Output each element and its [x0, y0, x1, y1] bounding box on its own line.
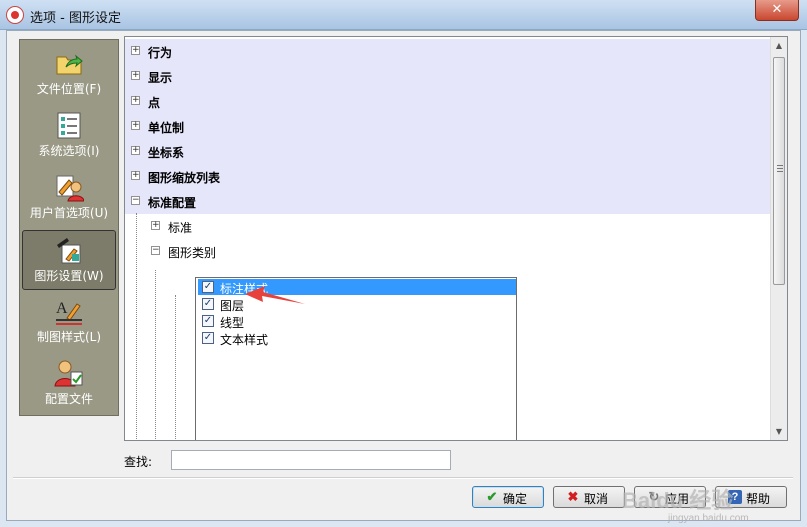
tree-node-label: 坐标系 — [148, 146, 185, 160]
find-label: 查找: — [124, 455, 153, 469]
check-item-label: 文本样式 — [220, 333, 269, 347]
tree-node-coordinate-system[interactable]: + 坐标系 — [125, 139, 771, 164]
tree-node-label: 点 — [148, 96, 161, 110]
divider — [13, 477, 793, 479]
options-tree[interactable]: + 行为 + 显示 + 点 + 单位制 + 坐标系 + 图形缩放列表 − 标准配… — [124, 36, 788, 441]
window-title: 选项 - 图形设定 — [30, 11, 121, 26]
cancel-button[interactable]: ✖ 取消 — [553, 486, 625, 508]
collapse-icon[interactable]: − — [151, 246, 160, 255]
sidebar-item-file-locations[interactable]: 文件位置(F) — [22, 44, 116, 104]
expand-icon[interactable]: + — [151, 221, 160, 230]
app-icon — [6, 6, 24, 24]
check-item-text-style[interactable]: ✓ 文本样式 — [198, 330, 516, 347]
expand-icon[interactable]: + — [131, 121, 140, 130]
scroll-down-icon[interactable]: ▼ — [771, 423, 787, 440]
find-input[interactable] — [171, 450, 451, 470]
title-bar: 选项 - 图形设定 ✕ — [0, 0, 807, 30]
tree-node-label: 图形类别 — [168, 246, 217, 260]
watermark: Baidu 经验 jingyan.baidu.com — [622, 483, 749, 524]
checkbox[interactable]: ✓ — [202, 315, 214, 327]
sidebar-item-drawing-settings[interactable]: 图形设置(W) — [22, 230, 116, 290]
watermark-text: Baidu 经验 — [622, 488, 734, 513]
scroll-up-icon[interactable]: ▲ — [771, 37, 787, 54]
checkbox[interactable]: ✓ — [202, 281, 214, 293]
scroll-thumb[interactable] — [773, 57, 785, 285]
tree-node-standard[interactable]: + 标准 — [125, 214, 771, 239]
tree-node-label: 标准配置 — [148, 196, 197, 210]
x-mark-icon: ✖ — [567, 489, 579, 504]
help-button-label: 帮助 — [746, 492, 771, 506]
tree-connector — [155, 270, 156, 440]
check-item-linetype[interactable]: ✓ 线型 — [198, 313, 516, 330]
expand-icon[interactable]: + — [131, 96, 140, 105]
close-button[interactable]: ✕ — [755, 0, 799, 21]
tree-node-label: 标准 — [168, 221, 193, 235]
ok-button-label: 确定 — [503, 492, 528, 506]
tree-connector — [175, 295, 176, 440]
checkbox[interactable]: ✓ — [202, 332, 214, 344]
user-pencil-icon — [56, 175, 84, 202]
svg-text:A: A — [56, 300, 68, 317]
checklist-icon — [57, 112, 81, 139]
folder-arrow-icon — [56, 54, 83, 75]
sidebar-item-label: 图形设置(W) — [34, 269, 104, 283]
dialog-body: 文件位置(F) 系统选项(I) 用户首选项(U) 图形设置(W) A 制图样式(… — [6, 30, 801, 524]
tree-node-zoom-list[interactable]: + 图形缩放列表 — [125, 164, 771, 189]
ok-button[interactable]: ✔ 确定 — [472, 486, 544, 508]
expand-icon[interactable]: + — [131, 146, 140, 155]
tree-node-drawing-category[interactable]: − 图形类别 — [125, 239, 771, 264]
tree-node-label: 图形缩放列表 — [148, 171, 221, 185]
sidebar-item-drafting-style[interactable]: A 制图样式(L) — [22, 292, 116, 352]
tree-node-point[interactable]: + 点 — [125, 89, 771, 114]
cancel-button-label: 取消 — [584, 492, 609, 506]
sidebar-item-system-options[interactable]: 系统选项(I) — [22, 106, 116, 166]
profile-user-icon — [54, 360, 83, 387]
expand-icon[interactable]: + — [131, 71, 140, 80]
checkmark-icon: ✔ — [486, 489, 498, 504]
expand-icon[interactable]: + — [131, 46, 140, 55]
sidebar-item-label: 文件位置(F) — [36, 82, 102, 96]
sidebar-item-label: 配置文件 — [44, 392, 93, 406]
annotation-arrow-icon — [245, 286, 305, 304]
sidebar-item-label: 用户首选项(U) — [29, 206, 109, 220]
drawing-settings-icon — [57, 238, 81, 264]
tree-scrollbar[interactable]: ▲ ▼ — [770, 37, 787, 440]
tree-node-display[interactable]: + 显示 — [125, 64, 771, 89]
checkbox[interactable]: ✓ — [202, 298, 214, 310]
tree-node-label: 单位制 — [148, 121, 185, 135]
options-sidebar: 文件位置(F) 系统选项(I) 用户首选项(U) 图形设置(W) A 制图样式(… — [19, 39, 119, 416]
check-item-label: 线型 — [220, 316, 245, 330]
sidebar-item-profiles[interactable]: 配置文件 — [22, 354, 116, 414]
expand-icon[interactable]: + — [131, 171, 140, 180]
grip-icon — [777, 165, 783, 172]
check-item-label: 图层 — [220, 299, 245, 313]
sidebar-item-label: 制图样式(L) — [36, 330, 102, 344]
collapse-icon[interactable]: − — [131, 196, 140, 205]
tree-node-units[interactable]: + 单位制 — [125, 114, 771, 139]
text-style-icon: A — [56, 300, 82, 325]
sidebar-item-user-preferences[interactable]: 用户首选项(U) — [22, 168, 116, 228]
tree-node-standard-config[interactable]: − 标准配置 — [125, 189, 771, 214]
tree-node-label: 显示 — [148, 71, 173, 85]
tree-node-behavior[interactable]: + 行为 — [125, 39, 771, 64]
tree-node-label: 行为 — [148, 46, 173, 60]
sidebar-item-label: 系统选项(I) — [38, 144, 100, 158]
watermark-subtext: jingyan.baidu.com — [668, 513, 749, 524]
